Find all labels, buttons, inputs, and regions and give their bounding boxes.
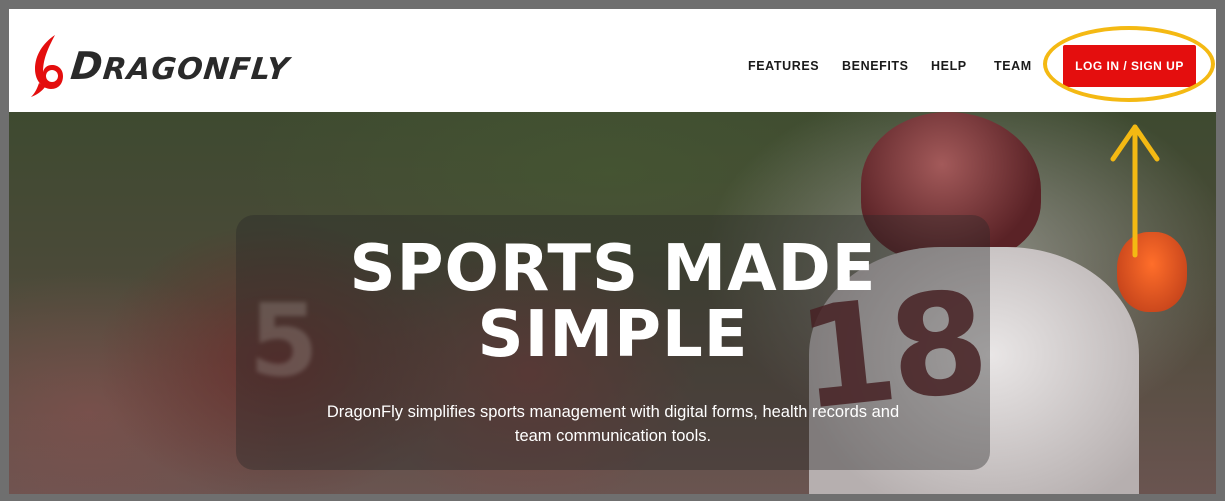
screenshot-frame: DRAGONFLY FEATURES BENEFITS HELP TEAM LO… — [0, 0, 1225, 501]
nav-features[interactable]: FEATURES — [748, 59, 819, 73]
hero-subtitle-line1: DragonFly simplifies sports management w… — [326, 403, 900, 421]
nav-team[interactable]: TEAM — [994, 59, 1032, 73]
main-nav: FEATURES BENEFITS HELP TEAM LOG IN / SIG… — [9, 9, 1216, 112]
login-signup-button[interactable]: LOG IN / SIGN UP — [1063, 45, 1196, 87]
hero-subtitle-line2: team communication tools. — [514, 427, 712, 445]
hero-title-line2: SIMPLE — [477, 298, 749, 372]
browser-page: DRAGONFLY FEATURES BENEFITS HELP TEAM LO… — [9, 9, 1216, 494]
hero-section: 5 18 SPORTS MADE SIMPLE DragonFly simpli… — [9, 112, 1216, 494]
hero-subtitle: DragonFly simplifies sports management w… — [236, 400, 990, 448]
nav-benefits[interactable]: BENEFITS — [842, 59, 909, 73]
arrow-up-icon — [1110, 124, 1160, 258]
nav-help[interactable]: HELP — [931, 59, 967, 73]
hero-title: SPORTS MADE SIMPLE — [236, 236, 990, 368]
site-header: DRAGONFLY FEATURES BENEFITS HELP TEAM LO… — [9, 9, 1216, 112]
hero-title-line1: SPORTS MADE — [349, 232, 877, 306]
